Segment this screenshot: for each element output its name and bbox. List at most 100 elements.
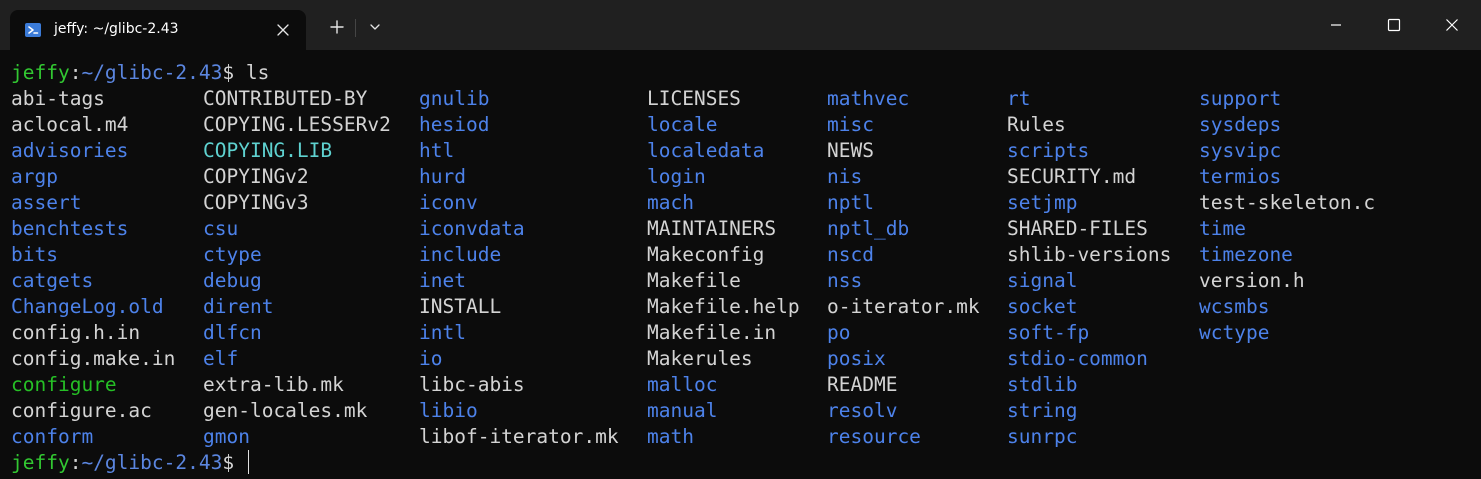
ls-entry-file: LICENSES bbox=[647, 87, 741, 110]
close-tab-icon[interactable] bbox=[273, 20, 293, 40]
ls-entry-dir: include bbox=[419, 243, 502, 266]
ls-entry-file: config.make.in bbox=[11, 347, 176, 370]
ls-entry-dir: io bbox=[419, 347, 443, 370]
ls-entry-dir: inet bbox=[419, 269, 466, 292]
prompt-separator: : bbox=[69, 451, 82, 474]
ls-entry-file: test-skeleton.c bbox=[1199, 191, 1376, 214]
ls-entry-dir: gmon bbox=[203, 425, 250, 448]
ls-entry-file: COPYINGv2 bbox=[203, 165, 309, 188]
ls-entry-dir: localedata bbox=[647, 139, 765, 162]
ls-entry-file: COPYINGv3 bbox=[203, 191, 309, 214]
ls-entry-file: version.h bbox=[1199, 269, 1305, 292]
profiles-dropdown-button[interactable] bbox=[360, 12, 390, 42]
ls-entry-dir: soft-fp bbox=[1007, 321, 1090, 344]
minimize-button[interactable] bbox=[1307, 0, 1365, 50]
ls-entry-file: extra-lib.mk bbox=[203, 373, 344, 396]
text-cursor bbox=[247, 450, 250, 474]
ls-entry-dir: ChangeLog.old bbox=[11, 295, 164, 318]
tab-separator bbox=[355, 19, 356, 37]
ls-entry-dir: htl bbox=[419, 139, 455, 162]
ls-entry-file: configure.ac bbox=[11, 399, 152, 422]
title-bar: jeffy: ~/glibc-2.43 bbox=[0, 0, 1481, 50]
maximize-button[interactable] bbox=[1365, 0, 1423, 50]
ls-entry-dir: rt bbox=[1007, 87, 1031, 110]
ls-entry-dir: locale bbox=[647, 113, 718, 136]
tab-title: jeffy: ~/glibc-2.43 bbox=[54, 21, 179, 37]
ls-entry-file: o-iterator.mk bbox=[827, 295, 980, 318]
active-prompt-line[interactable]: jeffy:~/glibc-2.43$ bbox=[11, 450, 250, 476]
ls-entry-file: libc-abis bbox=[419, 373, 525, 396]
ls-entry-dir: misc bbox=[827, 113, 874, 136]
ls-entry-file: COPYING.LESSERv2 bbox=[203, 113, 391, 136]
ls-column: mathvec misc NEWS nis nptl nptl_db nscd nss o-it… bbox=[827, 86, 980, 450]
ls-entry-file: Rules bbox=[1007, 113, 1066, 136]
ls-entry-dir: login bbox=[647, 165, 706, 188]
close-window-button[interactable] bbox=[1423, 0, 1481, 50]
ls-entry-dir: support bbox=[1199, 87, 1282, 110]
ls-entry-file: shlib-versions bbox=[1007, 243, 1172, 266]
ls-entry-file: aclocal.m4 bbox=[11, 113, 129, 136]
ls-entry-file: SHARED-FILES bbox=[1007, 217, 1148, 240]
ls-entry-dir: benchtests bbox=[11, 217, 129, 240]
ls-entry-dir: string bbox=[1007, 399, 1078, 422]
ls-entry-file: Makeconfig bbox=[647, 243, 765, 266]
ls-entry-dir: nptl_db bbox=[827, 217, 910, 240]
ls-entry-dir: assert bbox=[11, 191, 82, 214]
ls-entry-file: SECURITY.md bbox=[1007, 165, 1137, 188]
ls-entry-dir: nis bbox=[827, 165, 863, 188]
prompt-user: jeffy bbox=[11, 61, 70, 84]
terminal-output[interactable]: jeffy:~/glibc-2.43$ ls abi-tags aclocal.m… bbox=[11, 60, 1471, 476]
ls-entry-dir: gnulib bbox=[419, 87, 490, 110]
ls-entry-dir: resolv bbox=[827, 399, 898, 422]
ls-column: CONTRIBUTED-BY COPYING.LESSERv2 COPYING.LI… bbox=[203, 86, 391, 450]
ls-entry-dir: elf bbox=[203, 347, 239, 370]
ls-entry-file: MAINTAINERS bbox=[647, 217, 777, 240]
maximize-icon bbox=[1387, 18, 1401, 32]
prompt-symbol: $ bbox=[222, 61, 235, 84]
ls-entry-dir: libio bbox=[419, 399, 478, 422]
ls-entry-file: Makerules bbox=[647, 347, 753, 370]
ls-entry-dir: sysvipc bbox=[1199, 139, 1282, 162]
ls-entry-dir: signal bbox=[1007, 269, 1078, 292]
terminal-window: jeffy: ~/glibc-2.43 jeffy:~/glibc-2.43$ … bbox=[0, 0, 1481, 479]
ls-entry-link: COPYING.LIB bbox=[203, 139, 333, 162]
ls-entry-dir: time bbox=[1199, 217, 1246, 240]
terminal-tab[interactable]: jeffy: ~/glibc-2.43 bbox=[10, 10, 306, 50]
ls-entry-exec: configure bbox=[11, 373, 117, 396]
close-icon bbox=[1446, 19, 1458, 31]
minimize-icon bbox=[1331, 24, 1341, 26]
ls-entry-file: abi-tags bbox=[11, 87, 105, 110]
ls-entry-dir: termios bbox=[1199, 165, 1282, 188]
chevron-down-icon bbox=[370, 24, 380, 30]
ls-column: LICENSES locale localedata login mach MAINTAI… bbox=[647, 86, 800, 450]
ls-entry-dir: wcsmbs bbox=[1199, 295, 1270, 318]
ls-entry-dir: conform bbox=[11, 425, 94, 448]
ls-entry-dir: setjmp bbox=[1007, 191, 1078, 214]
command-input[interactable] bbox=[234, 451, 246, 474]
ls-entry-dir: sysdeps bbox=[1199, 113, 1282, 136]
ls-entry-dir: iconvdata bbox=[419, 217, 525, 240]
ls-entry-file: libof-iterator.mk bbox=[419, 425, 619, 448]
ls-entry-dir: dlfcn bbox=[203, 321, 262, 344]
ls-entry-dir: nptl bbox=[827, 191, 874, 214]
ls-entry-file: CONTRIBUTED-BY bbox=[203, 87, 368, 110]
ls-entry-dir: dirent bbox=[203, 295, 274, 318]
prompt-path: ~/glibc-2.43 bbox=[81, 61, 223, 84]
plus-icon bbox=[330, 20, 344, 34]
ls-entry-file: README bbox=[827, 373, 898, 396]
ls-entry-dir: intl bbox=[419, 321, 466, 344]
prompt-symbol: $ bbox=[222, 451, 235, 474]
ls-column: gnulib hesiod htl hurd iconv iconvdata include… bbox=[419, 86, 619, 450]
ls-entry-dir: malloc bbox=[647, 373, 718, 396]
ls-entry-file: config.h.in bbox=[11, 321, 141, 344]
ls-entry-dir: advisories bbox=[11, 139, 129, 162]
ls-entry-dir: manual bbox=[647, 399, 718, 422]
ls-entry-dir: resource bbox=[827, 425, 921, 448]
ls-entry-file: Makefile.help bbox=[647, 295, 800, 318]
prompt-path: ~/glibc-2.43 bbox=[81, 451, 223, 474]
ls-entry-dir: hurd bbox=[419, 165, 466, 188]
ls-entry-dir: po bbox=[827, 321, 851, 344]
new-tab-button[interactable] bbox=[322, 12, 352, 42]
ls-entry-file: NEWS bbox=[827, 139, 874, 162]
ls-entry-dir: csu bbox=[203, 217, 239, 240]
